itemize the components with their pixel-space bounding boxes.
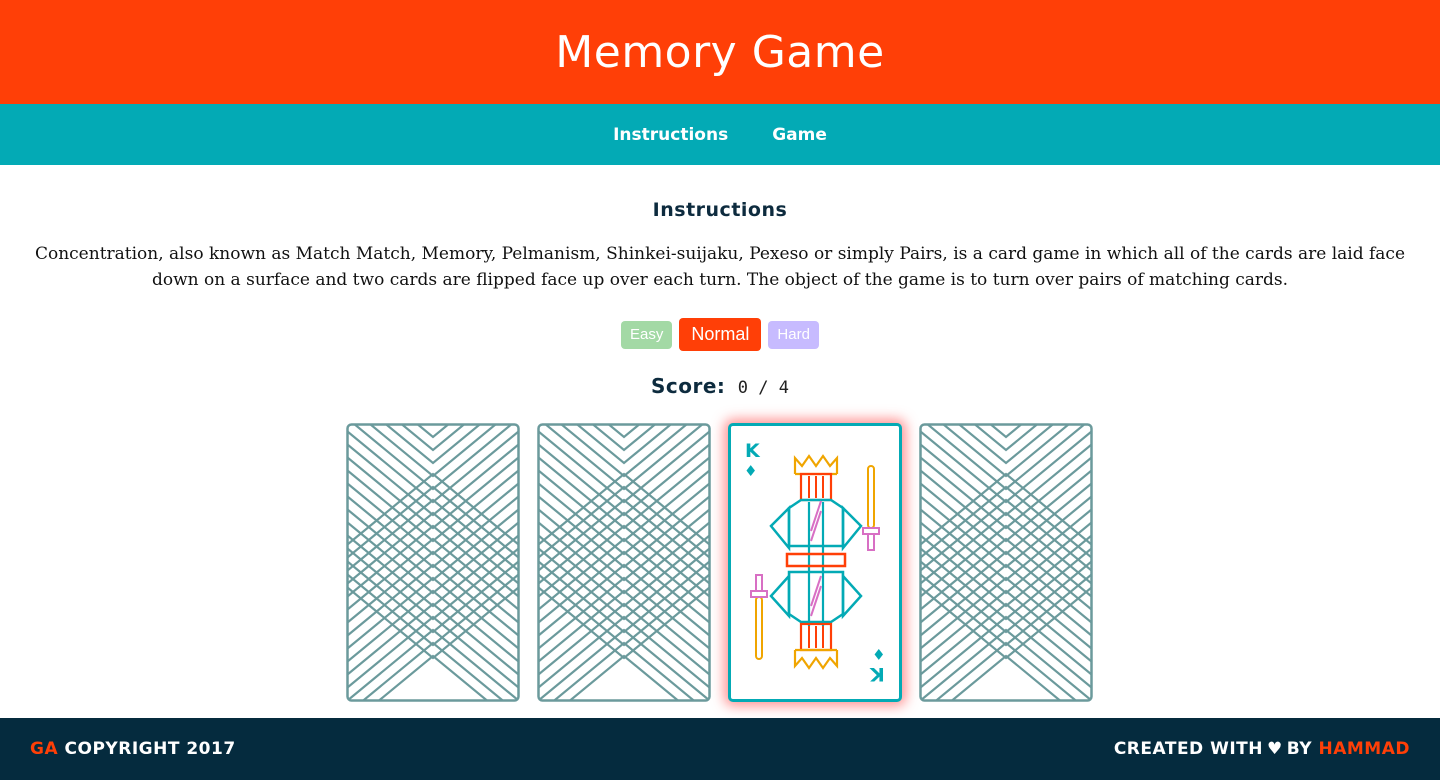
diamond-suit-icon: ♦ — [871, 645, 885, 663]
copyright: GA COPYRIGHT 2017 — [30, 739, 236, 759]
easy-button[interactable]: Easy — [621, 320, 673, 349]
difficulty-selector: Easy Normal Hard — [0, 318, 1440, 351]
card-back-pattern — [919, 423, 1093, 702]
heart-icon: ♥ — [1266, 739, 1283, 759]
footer-brand: GA — [30, 739, 59, 759]
nav-bar: Instructions Game — [0, 104, 1440, 165]
instructions-text: Concentration, also known as Match Match… — [34, 244, 1406, 290]
card-back-1[interactable] — [346, 423, 520, 702]
score-label: Score: — [651, 374, 726, 398]
card-board: K ♦ ♦ K — [346, 423, 1096, 703]
score: Score: 0 / 4 — [0, 374, 1440, 398]
normal-button[interactable]: Normal — [679, 318, 762, 351]
hard-button[interactable]: Hard — [768, 320, 819, 349]
nav-item-game[interactable]: Game — [772, 125, 827, 145]
footer: GA COPYRIGHT 2017 CREATED WITH ♥ BY HAMMAD — [0, 718, 1440, 780]
card-rank-top: K — [745, 440, 760, 462]
card-back-4[interactable] — [919, 423, 1093, 702]
instructions-title: Instructions — [652, 199, 788, 221]
card-back-pattern — [537, 423, 711, 702]
page-title: Memory Game — [555, 26, 885, 78]
score-value: 0 / 4 — [737, 378, 789, 398]
copyright-text: COPYRIGHT 2017 — [64, 739, 236, 759]
card-rank-bottom: K — [870, 663, 885, 685]
nav-item-instructions[interactable]: Instructions — [613, 125, 728, 145]
diamond-suit-icon: ♦ — [744, 462, 758, 480]
card-king-of-diamonds[interactable]: K ♦ ♦ K — [728, 423, 902, 702]
card-back-pattern — [346, 423, 520, 702]
card-back-2[interactable] — [537, 423, 711, 702]
credits: CREATED WITH ♥ BY HAMMAD — [1114, 739, 1410, 759]
author-name[interactable]: HAMMAD — [1319, 739, 1411, 759]
credits-text: CREATED WITH — [1113, 739, 1263, 759]
header: Memory Game — [0, 0, 1440, 104]
credits-by: BY — [1286, 739, 1313, 759]
